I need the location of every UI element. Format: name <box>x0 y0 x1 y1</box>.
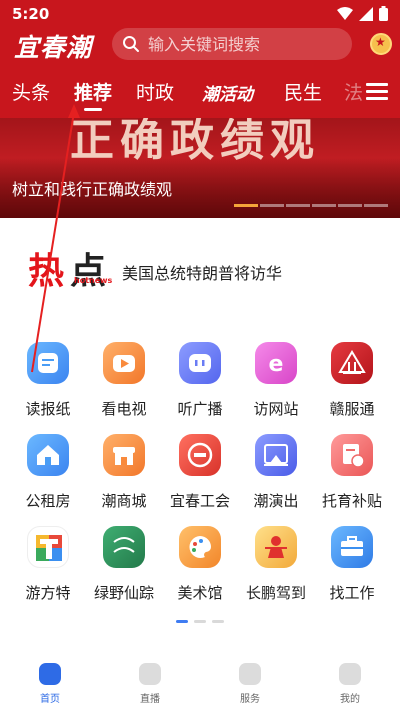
public-housing-icon <box>27 434 69 476</box>
hot-logo-sub: hotnews <box>74 276 113 285</box>
service-label: 听广播 <box>177 400 223 418</box>
childcare-subsidy-icon <box>331 434 373 476</box>
changpeng-icon <box>255 526 297 568</box>
status-time: 5:20 <box>12 5 50 23</box>
tab-politics[interactable]: 时政 <box>136 78 174 105</box>
nav-live[interactable]: 直播 <box>110 663 190 705</box>
banner-dot <box>260 204 284 207</box>
service-art-gallery[interactable]: 美术馆 <box>164 526 236 603</box>
menu-icon[interactable] <box>366 83 388 101</box>
channel-tabs: 头条 推荐 时政 潮活动 民生 法 <box>0 72 400 112</box>
tab-livelihood[interactable]: 民生 <box>284 78 322 105</box>
job-icon <box>331 526 373 568</box>
banner-dot-active <box>234 204 258 207</box>
nav-label: 我的 <box>340 694 360 705</box>
status-icons <box>337 6 388 21</box>
banner-dot <box>338 204 362 207</box>
page-dot <box>212 620 224 623</box>
services-icon <box>239 663 261 685</box>
art-gallery-icon <box>179 526 221 568</box>
battery-icon <box>379 6 388 21</box>
fangte-icon <box>27 526 69 568</box>
service-ganfutong[interactable]: 赣服通 <box>316 342 388 419</box>
banner-dot <box>364 204 388 207</box>
profile-icon <box>339 663 361 685</box>
service-label: 读报纸 <box>25 400 71 418</box>
service-label: 长鹏驾到 <box>245 584 306 602</box>
newspaper-icon <box>27 342 69 384</box>
service-visit-website[interactable]: e 访网站 <box>240 342 312 419</box>
service-chao-shop[interactable]: 潮商城 <box>88 434 160 511</box>
shop-icon <box>103 434 145 476</box>
svg-text:e: e <box>269 352 284 377</box>
live-play-icon <box>139 663 161 685</box>
service-label: 看电视 <box>101 400 147 418</box>
service-changpeng[interactable]: 长鹏驾到 <box>240 526 312 603</box>
website-icon: e <box>255 342 297 384</box>
radio-icon <box>179 342 221 384</box>
service-label: 潮商城 <box>101 492 147 510</box>
hot-news-bar[interactable]: 热 点 hotnews 美国总统特朗普将访华 <box>0 240 400 300</box>
service-page-indicator <box>176 620 224 623</box>
nav-label: 服务 <box>240 694 260 705</box>
nav-label: 首页 <box>40 694 60 705</box>
app-header: 5:20 宜春潮 头条 推荐 时政 潮活动 <box>0 0 400 118</box>
tab-recommended[interactable]: 推荐 <box>74 78 112 111</box>
hot-news-headline[interactable]: 美国总统特朗普将访华 <box>122 260 282 284</box>
service-label: 找工作 <box>329 584 375 602</box>
status-bar: 5:20 <box>0 0 400 28</box>
service-yichun-union[interactable]: 宜春工会 <box>164 434 236 511</box>
search-input[interactable] <box>148 34 338 54</box>
hot-news-logo: 热 点 hotnews <box>28 242 114 292</box>
page-dot-active <box>176 620 188 623</box>
home-icon <box>39 663 61 685</box>
wifi-icon <box>337 6 353 20</box>
service-childcare-subsidy[interactable]: 托育补贴 <box>316 434 388 511</box>
lvye-xianzong-icon <box>103 526 145 568</box>
tab-headlines[interactable]: 头条 <box>12 78 50 105</box>
service-lvye-xianzong[interactable]: 绿野仙踪 <box>88 526 160 603</box>
page-dot <box>194 620 206 623</box>
nav-mine[interactable]: 我的 <box>310 663 390 705</box>
ganfutong-icon <box>331 342 373 384</box>
hot-logo-char-1: 热 <box>28 251 65 292</box>
service-chao-performance[interactable]: 潮演出 <box>240 434 312 511</box>
nav-home[interactable]: 首页 <box>10 663 90 705</box>
bottom-navigation: 首页 直播 服务 我的 <box>0 655 400 711</box>
nav-label: 直播 <box>140 694 160 705</box>
banner-dot <box>286 204 310 207</box>
banner-indicator <box>234 204 388 207</box>
service-fangte[interactable]: 游方特 <box>12 526 84 603</box>
signal-icon <box>359 6 373 21</box>
service-listen-radio[interactable]: 听广播 <box>164 342 236 419</box>
header-top-row: 宜春潮 <box>0 26 400 62</box>
service-read-newspaper[interactable]: 读报纸 <box>12 342 84 419</box>
service-public-housing[interactable]: 公租房 <box>12 434 84 511</box>
performance-icon <box>255 434 297 476</box>
trade-union-icon <box>179 434 221 476</box>
service-label: 绿野仙踪 <box>93 584 154 602</box>
search-bar[interactable] <box>112 28 352 60</box>
tv-icon <box>103 342 145 384</box>
nav-services[interactable]: 服务 <box>210 663 290 705</box>
service-label: 公租房 <box>25 492 71 510</box>
service-label: 潮演出 <box>253 492 299 510</box>
app-logo: 宜春潮 <box>14 33 93 62</box>
tab-chao-activity[interactable]: 潮活动 <box>202 80 253 105</box>
service-label: 美术馆 <box>177 584 223 602</box>
service-label: 访网站 <box>253 400 299 418</box>
hot-logo-char-2: 点 <box>70 251 107 292</box>
banner-carousel[interactable]: 正确政绩观 树立和践行正确政绩观 <box>0 118 400 218</box>
service-label: 宜春工会 <box>169 492 230 510</box>
tab-law[interactable]: 法 <box>344 78 363 105</box>
service-label: 托育补贴 <box>321 492 382 510</box>
search-icon <box>123 36 139 52</box>
service-find-job[interactable]: 找工作 <box>316 526 388 603</box>
banner-caption: 树立和践行正确政绩观 <box>12 180 173 199</box>
service-label: 赣服通 <box>329 400 375 418</box>
points-star-icon[interactable] <box>370 33 392 55</box>
service-label: 游方特 <box>25 584 71 602</box>
service-watch-tv[interactable]: 看电视 <box>88 342 160 419</box>
banner-dot <box>312 204 336 207</box>
